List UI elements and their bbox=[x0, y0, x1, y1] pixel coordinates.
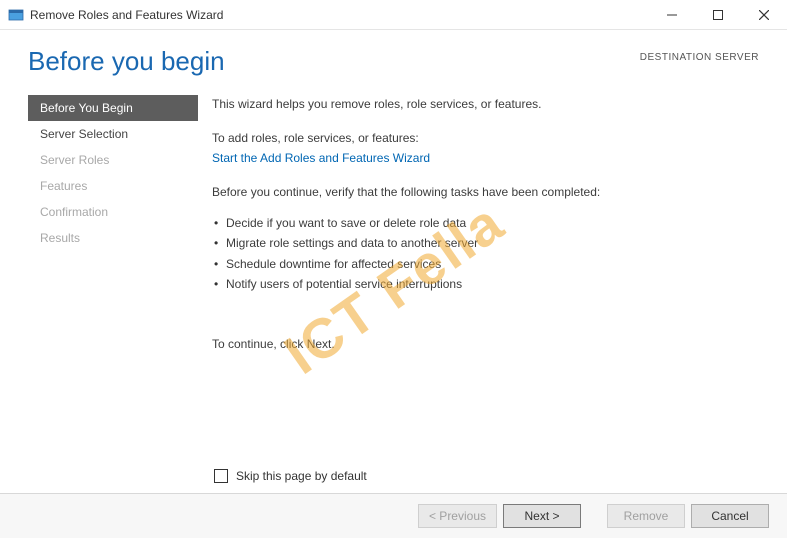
close-button[interactable] bbox=[741, 0, 787, 30]
skip-label: Skip this page by default bbox=[236, 469, 367, 483]
intro-text: This wizard helps you remove roles, role… bbox=[212, 95, 759, 113]
add-roles-link[interactable]: Start the Add Roles and Features Wizard bbox=[212, 149, 759, 167]
continue-text: To continue, click Next. bbox=[212, 335, 759, 353]
nav-before-you-begin[interactable]: Before You Begin bbox=[28, 95, 198, 121]
maximize-button[interactable] bbox=[695, 0, 741, 30]
app-icon bbox=[8, 7, 24, 23]
window-title: Remove Roles and Features Wizard bbox=[30, 8, 649, 22]
skip-row: Skip this page by default bbox=[0, 465, 787, 493]
window-controls bbox=[649, 0, 787, 30]
header: Before you begin DESTINATION SERVER bbox=[0, 30, 787, 87]
nav-results: Results bbox=[28, 225, 198, 251]
minimize-button[interactable] bbox=[649, 0, 695, 30]
nav-confirmation: Confirmation bbox=[28, 199, 198, 225]
task-item: Migrate role settings and data to anothe… bbox=[214, 233, 759, 253]
remove-button: Remove bbox=[607, 504, 685, 528]
task-item: Decide if you want to save or delete rol… bbox=[214, 213, 759, 233]
wizard-sidebar: Before You Begin Server Selection Server… bbox=[28, 87, 198, 465]
skip-checkbox[interactable] bbox=[214, 469, 228, 483]
wizard-content: This wizard helps you remove roles, role… bbox=[198, 87, 759, 465]
page-title: Before you begin bbox=[28, 46, 225, 77]
previous-button: < Previous bbox=[418, 504, 497, 528]
nav-server-selection[interactable]: Server Selection bbox=[28, 121, 198, 147]
verify-prompt: Before you continue, verify that the fol… bbox=[212, 183, 759, 201]
titlebar: Remove Roles and Features Wizard bbox=[0, 0, 787, 30]
next-button[interactable]: Next > bbox=[503, 504, 581, 528]
task-item: Schedule downtime for affected services bbox=[214, 254, 759, 274]
destination-server-label: DESTINATION SERVER bbox=[640, 46, 759, 63]
body: Before You Begin Server Selection Server… bbox=[0, 87, 787, 465]
task-item: Notify users of potential service interr… bbox=[214, 274, 759, 294]
nav-features: Features bbox=[28, 173, 198, 199]
add-prompt: To add roles, role services, or features… bbox=[212, 129, 759, 147]
wizard-footer: < Previous Next > Remove Cancel bbox=[0, 493, 787, 538]
task-list: Decide if you want to save or delete rol… bbox=[212, 213, 759, 295]
nav-server-roles: Server Roles bbox=[28, 147, 198, 173]
cancel-button[interactable]: Cancel bbox=[691, 504, 769, 528]
